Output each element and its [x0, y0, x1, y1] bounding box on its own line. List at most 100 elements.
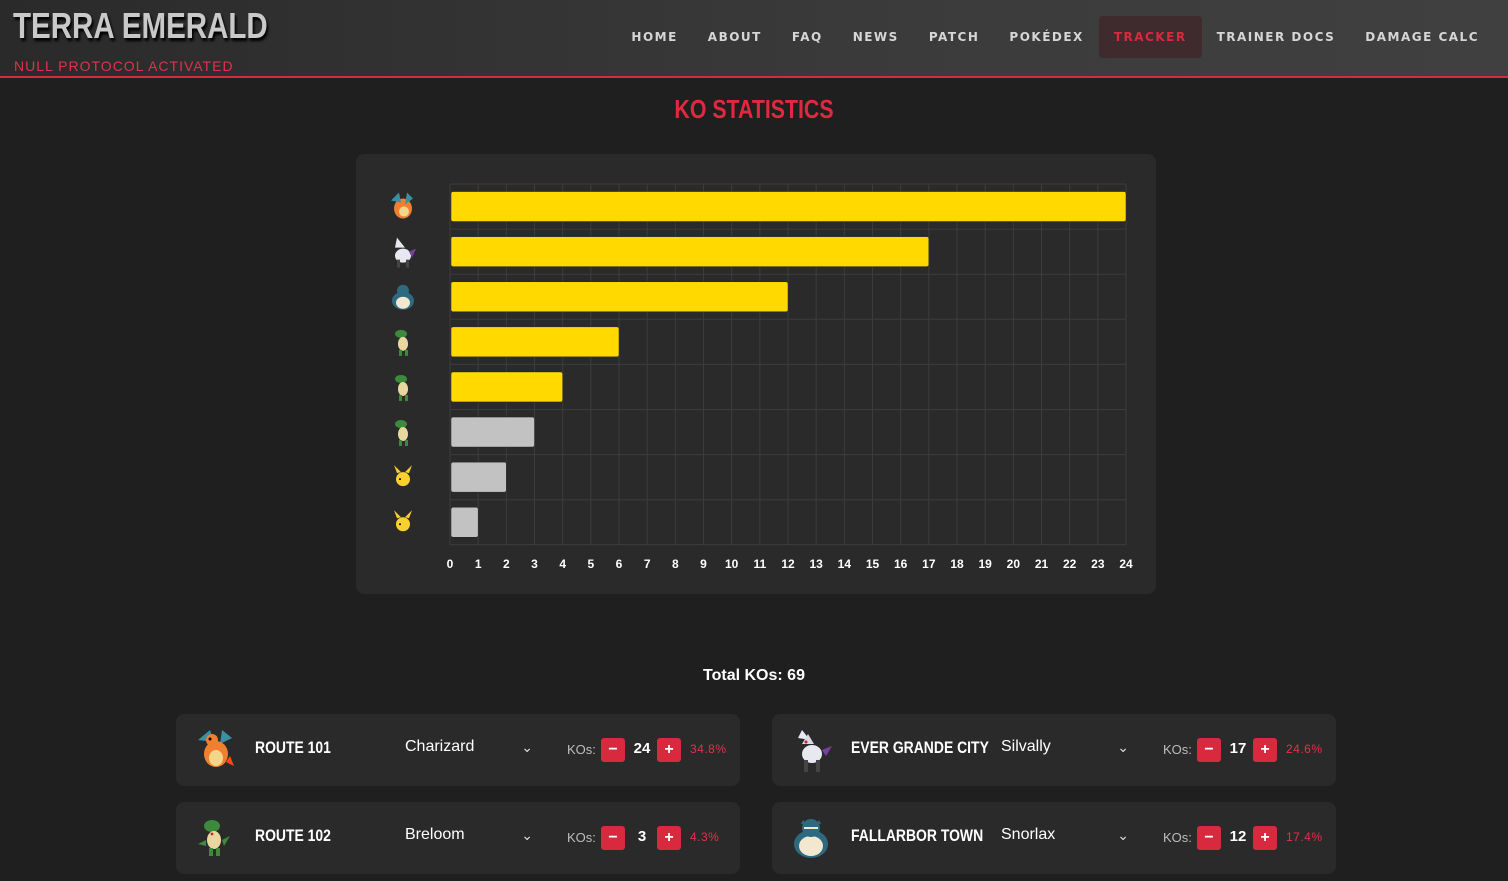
increment-button[interactable]: +: [657, 826, 681, 850]
chevron-down-icon: ⌄: [521, 739, 533, 755]
route-name: ROUTE 101: [255, 738, 331, 757]
encounter-card: ROUTE 102 Breloom ⌄ KOs: − 3 + 4.3%: [176, 802, 740, 874]
x-tick-label: 7: [644, 557, 651, 571]
x-tick-label: 3: [531, 557, 538, 571]
site-subtitle: NULL PROTOCOL ACTIVATED: [14, 58, 234, 74]
chart-bar: [450, 371, 563, 403]
silvally-icon: [395, 237, 416, 268]
x-tick-label: 8: [672, 557, 679, 571]
route-name: ROUTE 102: [255, 826, 331, 845]
snorlax-icon: [794, 819, 828, 858]
charizard-icon: [198, 730, 234, 767]
x-tick-label: 21: [1035, 557, 1049, 571]
nav-trainer-docs[interactable]: TRAINER DOCS: [1202, 16, 1351, 58]
nav-about[interactable]: ABOUT: [693, 16, 777, 58]
x-tick-label: 11: [753, 557, 766, 571]
nav-pokedex[interactable]: POKÉDEX: [994, 16, 1098, 58]
breloom-icon: [395, 329, 408, 356]
nav-news[interactable]: NEWS: [838, 16, 914, 58]
decrement-button[interactable]: −: [601, 738, 625, 762]
site-title[interactable]: TERRA EMERALD: [13, 5, 268, 47]
x-tick-label: 9: [700, 557, 707, 571]
chart-bar: [450, 236, 930, 267]
x-tick-label: 12: [781, 557, 795, 571]
page-title: KO STATISTICS: [674, 94, 834, 124]
nav-patch[interactable]: PATCH: [914, 16, 995, 58]
silvally-icon: [798, 730, 832, 772]
pokemon-select[interactable]: Snorlax ⌄: [1001, 826, 1129, 850]
chart-bar: [450, 281, 789, 312]
chevron-down-icon: ⌄: [1117, 739, 1129, 755]
x-tick-label: 16: [894, 557, 908, 571]
ko-bar-chart: 0 1 2 3 4 5 6 7 8 9 10 11 12 13 14 15 16 17 18 19 20 21 22 23 24: [391, 183, 1133, 571]
decrement-button[interactable]: −: [1197, 738, 1221, 762]
x-tick-label: 18: [950, 557, 964, 571]
pokemon-select[interactable]: Charizard ⌄: [405, 738, 533, 762]
x-tick-label: 23: [1091, 557, 1105, 571]
ko-percentage: 34.8%: [690, 742, 727, 756]
chart-bar: [450, 191, 1127, 222]
pokemon-select-value: Silvally: [1001, 738, 1051, 755]
chart-bar: [450, 461, 507, 493]
x-tick-label: 2: [503, 557, 510, 571]
increment-button[interactable]: +: [1253, 738, 1277, 762]
nav-tracker[interactable]: TRACKER: [1098, 16, 1202, 58]
ko-percentage: 17.4%: [1286, 830, 1323, 844]
breloom-icon: [198, 820, 230, 856]
x-tick-label: 13: [809, 557, 823, 571]
ko-chart-card: 0 1 2 3 4 5 6 7 8 9 10 11 12 13 14 15 16 17 18 19 20 21 22 23 24: [356, 154, 1156, 594]
x-tick-label: 10: [725, 557, 739, 571]
chart-bar: [450, 326, 620, 358]
pokemon-select[interactable]: Silvally ⌄: [1001, 738, 1129, 762]
pokemon-select-value: Charizard: [405, 738, 475, 755]
chart-bar: [450, 416, 535, 448]
x-tick-label: 4: [559, 557, 566, 571]
total-kos: Total KOs: 69: [703, 667, 805, 684]
ko-count: 3: [637, 828, 647, 845]
encounter-card: FALLARBOR TOWN Snorlax ⌄ KOs: − 12 + 17.…: [772, 802, 1336, 874]
pokemon-select[interactable]: Breloom ⌄: [405, 826, 533, 850]
increment-button[interactable]: +: [657, 738, 681, 762]
x-tick-label: 19: [978, 557, 992, 571]
nav-faq[interactable]: FAQ: [777, 16, 838, 58]
decrement-button[interactable]: −: [601, 826, 625, 850]
breloom-icon: [395, 374, 408, 401]
x-tick-label: 20: [1007, 557, 1021, 571]
decrement-button[interactable]: −: [1197, 826, 1221, 850]
x-tick-label: 17: [922, 557, 936, 571]
site-header: TERRA EMERALD NULL PROTOCOL ACTIVATED HO…: [0, 0, 1508, 78]
snorlax-icon: [392, 284, 414, 310]
pikachu-icon: [394, 465, 412, 487]
x-tick-label: 6: [616, 557, 623, 571]
ko-count: 17: [1229, 740, 1247, 757]
encounter-card: EVER GRANDE CITY Silvally ⌄ KOs: − 17 + …: [772, 714, 1336, 786]
encounter-card: ROUTE 101 Charizard ⌄ KOs: − 24 + 34.8%: [176, 714, 740, 786]
ko-percentage: 24.6%: [1286, 742, 1323, 756]
x-tick-label: 5: [587, 557, 594, 571]
route-name: FALLARBOR TOWN: [851, 826, 984, 845]
chart-bar: [450, 507, 479, 538]
ko-percentage: 4.3%: [690, 830, 720, 844]
kos-label: KOs:: [1163, 830, 1192, 845]
x-tick-label: 0: [447, 557, 454, 571]
chevron-down-icon: ⌄: [1117, 827, 1129, 843]
route-name: EVER GRANDE CITY: [851, 738, 989, 757]
pikachu-icon: [394, 510, 412, 532]
pokemon-select-value: Breloom: [405, 826, 465, 843]
chevron-down-icon: ⌄: [521, 827, 533, 843]
x-tick-label: 15: [866, 557, 880, 571]
kos-label: KOs:: [1163, 742, 1192, 757]
pokemon-select-value: Snorlax: [1001, 826, 1056, 843]
main-nav: HOME ABOUT FAQ NEWS PATCH POKÉDEX TRACKE…: [616, 16, 1494, 58]
nav-damage-calc[interactable]: DAMAGE CALC: [1350, 16, 1494, 58]
x-tick-label: 14: [838, 557, 852, 571]
x-tick-label: 22: [1063, 557, 1077, 571]
ko-count: 12: [1229, 828, 1247, 845]
breloom-icon: [395, 420, 408, 447]
x-tick-label: 24: [1119, 557, 1133, 571]
increment-button[interactable]: +: [1253, 826, 1277, 850]
nav-home[interactable]: HOME: [616, 16, 692, 58]
ko-count: 24: [633, 740, 651, 757]
kos-label: KOs:: [567, 830, 596, 845]
kos-label: KOs:: [567, 742, 596, 757]
